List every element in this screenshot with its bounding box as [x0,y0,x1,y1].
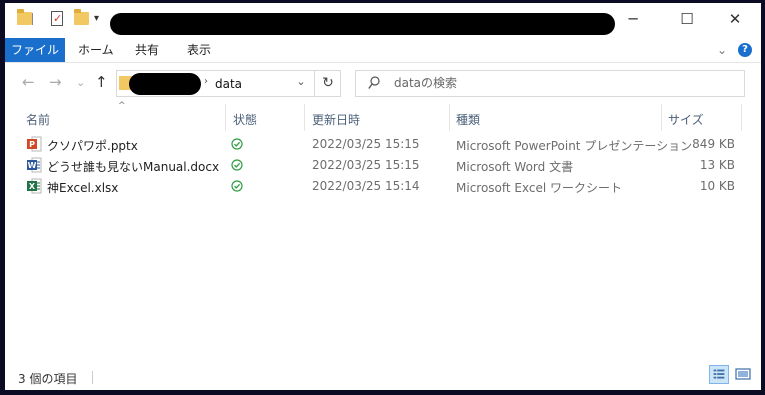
close-button[interactable]: ✕ [715,7,755,31]
maximize-button[interactable]: ☐ [667,7,707,31]
file-size: 849 KB [692,137,735,151]
qat-separator [32,13,33,25]
svg-text:X: X [29,182,36,191]
properties-icon[interactable]: ✓ [51,11,63,26]
file-type: Microsoft Excel ワークシート [456,181,623,195]
search-icon [368,76,380,89]
file-date: 2022/03/25 15:15 [312,158,420,172]
tab-share[interactable]: 共有 [135,38,159,62]
column-header-type[interactable]: 種類 [456,107,480,133]
file-type: Microsoft PowerPoint プレゼンテーション [456,139,693,153]
redacted-window-title [110,13,615,35]
qat-dropdown-icon[interactable]: ▾ [94,13,99,24]
tab-home[interactable]: ホーム [78,38,114,62]
file-type: Microsoft Word 文書 [456,160,574,174]
column-divider[interactable] [225,104,226,131]
navigation-bar: ← → ⌄ ↑ › data ⌄ ↻ [5,62,761,102]
folder-icon[interactable] [17,9,32,25]
explorer-window: ✓ ▾ ─ ☐ ✕ ファイル ホーム 共有 表示 ⌄ ? ← → ⌄ ↑ › d… [5,3,761,390]
address-bar[interactable]: › data ⌄ ↻ [116,70,341,97]
column-divider[interactable] [741,104,742,131]
new-folder-icon[interactable] [74,9,89,25]
status-bar: 3 個の項目 [5,365,761,390]
sync-ok-icon [231,138,243,150]
file-name[interactable]: クソパワポ.pptx [47,137,138,154]
ribbon-tabs: ファイル ホーム 共有 表示 ⌄ ? [5,38,761,63]
refresh-button[interactable]: ↻ [314,71,341,96]
path-separator-icon[interactable]: › [204,76,208,87]
minimize-button[interactable]: ─ [613,7,653,31]
tab-view[interactable]: 表示 [187,38,211,62]
file-size: 13 KB [699,158,735,172]
powerpoint-file-icon: P [27,136,42,152]
large-icons-view-icon[interactable] [733,365,753,384]
file-row[interactable]: P クソパワポ.pptx 2022/03/25 15:15 Microsoft … [25,134,741,155]
title-bar: ✓ ▾ ─ ☐ ✕ [5,3,761,38]
file-row[interactable]: W どうせ誰も見ないManual.docx 2022/03/25 15:15 M… [25,155,741,176]
tab-file[interactable]: ファイル [5,38,65,62]
column-divider[interactable] [449,104,450,131]
details-view-icon[interactable] [709,365,729,384]
file-date: 2022/03/25 15:14 [312,179,420,193]
file-name[interactable]: どうせ誰も見ないManual.docx [47,158,219,175]
column-header-size[interactable]: サイズ [668,107,704,133]
column-header-status[interactable]: 状態 [233,107,257,133]
expand-ribbon-icon[interactable]: ⌄ [717,43,727,57]
address-dropdown-icon[interactable]: ⌄ [292,75,310,88]
column-header-name[interactable]: 名前 [26,107,50,133]
column-divider[interactable] [661,104,662,131]
file-name[interactable]: 神Excel.xlsx [47,179,118,196]
word-file-icon: W [27,157,42,173]
up-button[interactable]: ↑ [95,75,108,90]
sync-ok-icon [231,159,243,171]
back-button[interactable]: ← [22,75,35,90]
recent-locations-icon[interactable]: ⌄ [76,75,85,90]
excel-file-icon: X [27,178,42,194]
sort-ascending-icon: ^ [118,101,126,111]
file-size: 10 KB [699,179,735,193]
search-box[interactable] [355,70,745,97]
help-icon[interactable]: ? [738,43,752,57]
sync-ok-icon [231,180,243,192]
column-divider[interactable] [304,104,305,131]
statusbar-separator [92,371,93,384]
breadcrumb-current-folder[interactable]: data [215,77,242,91]
svg-text:W: W [28,161,37,170]
column-header-date[interactable]: 更新日時 [312,107,360,133]
redacted-path [129,73,201,95]
file-date: 2022/03/25 15:15 [312,137,420,151]
svg-text:P: P [29,140,35,149]
search-input[interactable] [394,72,734,94]
file-row[interactable]: X 神Excel.xlsx 2022/03/25 15:14 Microsoft… [25,176,741,197]
item-count: 3 個の項目 [18,372,78,386]
forward-button[interactable]: → [49,75,62,90]
